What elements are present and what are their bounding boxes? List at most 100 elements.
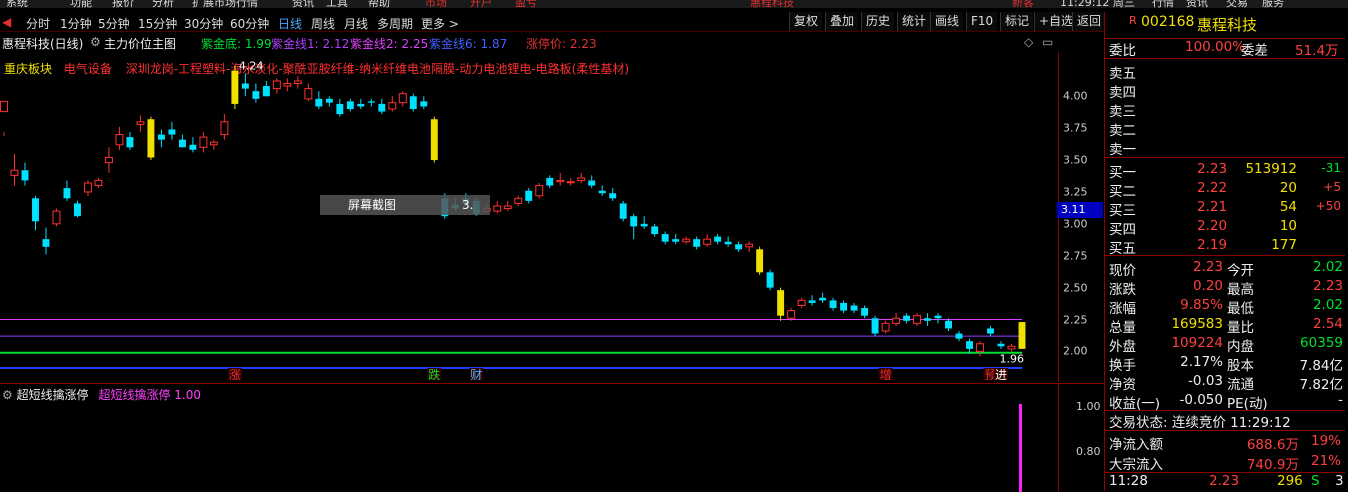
period-weekly[interactable]: 周线 — [311, 15, 335, 32]
event-marker: 进 — [995, 368, 1007, 380]
window-toggle-icon[interactable]: ▭ — [1042, 35, 1053, 49]
candle-body — [420, 101, 428, 107]
menu-pnl[interactable]: 盈亏 — [515, 0, 537, 8]
menu-analysis[interactable]: 分析 — [152, 0, 174, 8]
tool-back[interactable]: 返回 — [1072, 12, 1106, 31]
period-15min[interactable]: 15分钟 — [138, 15, 177, 32]
menu-quote[interactable]: 报价 — [112, 0, 134, 8]
period-multi[interactable]: 多周期 — [377, 15, 413, 32]
candle-body — [220, 121, 229, 136]
candle-body — [104, 157, 113, 164]
candle-body — [808, 300, 816, 303]
event-marker: 财 — [470, 368, 482, 380]
gear-icon[interactable]: ⚙ — [90, 35, 101, 49]
tool-add-watch[interactable]: +自选 — [1034, 12, 1078, 31]
menu-zx[interactable]: 资讯 — [1186, 0, 1208, 8]
candle-body — [252, 91, 260, 99]
candle-body — [346, 101, 354, 110]
candle-body — [566, 181, 575, 184]
limit-up-price-label: 涨停价: 2.23 — [526, 37, 597, 51]
candle-body — [703, 238, 712, 245]
stat-label: 总量 — [1109, 320, 1136, 336]
back-arrow-icon[interactable]: ◀ — [2, 15, 11, 29]
buy-label: 买二 — [1109, 184, 1136, 200]
sell5-label: 卖五 — [1109, 66, 1136, 82]
kline-chart[interactable]: 4.241.96涨跌财增预进屏幕截图 3. — [0, 52, 1060, 380]
buy-row[interactable]: 买一 2.23 513912 -31 — [1105, 161, 1345, 181]
quote-panel: R 002168 惠程科技 委比 100.00% 委差 51.4万 卖五 卖四 … — [1104, 12, 1348, 491]
stat-label: 涨幅 — [1109, 301, 1136, 317]
period-more[interactable]: 更多 > — [421, 15, 459, 32]
tool-stats[interactable]: 统计 — [897, 12, 931, 31]
candle-body — [157, 134, 165, 140]
candle-body — [714, 236, 722, 242]
zj-line2-label: 紫金线2: 2.25 — [350, 37, 429, 51]
buy-row[interactable]: 买三 2.21 54 +50 — [1105, 199, 1345, 219]
period-monthly[interactable]: 月线 — [344, 15, 368, 32]
candle-body — [797, 299, 806, 306]
sell1-label: 卖一 — [1109, 142, 1136, 158]
candle-body — [293, 80, 302, 85]
period-fenshi[interactable]: 分时 — [26, 15, 50, 32]
flow-pct: 21% — [1310, 453, 1341, 469]
period-5min[interactable]: 5分钟 — [98, 15, 130, 32]
tool-overlay[interactable]: 叠加 — [825, 12, 859, 31]
candle-body — [178, 139, 186, 148]
menu-news[interactable]: 资讯 — [292, 0, 314, 8]
trade-status-text: 交易状态: 连续竞价 11:29:12 — [1109, 415, 1291, 431]
menu-system[interactable]: 系统 — [6, 0, 28, 8]
diamond-icon[interactable]: ◇ — [1024, 35, 1033, 49]
stat-label: 今开 — [1227, 263, 1254, 279]
menu-hq[interactable]: 行情 — [1152, 0, 1174, 8]
candle-body — [756, 249, 764, 273]
candle-body — [651, 226, 659, 235]
tool-mark[interactable]: 标记 — [1000, 12, 1034, 31]
candle-body — [535, 185, 544, 197]
buy-row[interactable]: 买四 2.20 10 — [1105, 218, 1345, 238]
r-icon: R — [1129, 14, 1137, 27]
menu-open-account[interactable]: 开户 — [470, 0, 492, 8]
tooltip-value: 3. — [462, 198, 473, 212]
tick-side: S — [1311, 473, 1320, 489]
tool-history[interactable]: 历史 — [861, 12, 895, 31]
menu-market[interactable]: 市场 — [425, 0, 447, 8]
stat-row: 外盘 109224 内盘 60359 — [1105, 335, 1345, 355]
candle-body — [357, 103, 365, 107]
menu-service[interactable]: 服务 — [1262, 0, 1284, 8]
menu-ext-market[interactable]: 扩展市场行情 — [192, 0, 258, 8]
menu-help[interactable]: 帮助 — [368, 0, 390, 8]
indicator-name[interactable]: 主力价位主图 — [104, 35, 176, 52]
buy-price: 2.22 — [1197, 180, 1228, 196]
candle-body — [924, 318, 932, 321]
flow-value: 740.9万 — [1246, 457, 1299, 473]
tool-f10[interactable]: F10 — [966, 12, 998, 31]
stat-label: 流通 — [1227, 377, 1254, 393]
period-30min[interactable]: 30分钟 — [184, 15, 223, 32]
period-daily[interactable]: 日线 — [278, 15, 302, 32]
candle-body — [168, 129, 176, 135]
flow-row: 净流入额 688.6万 19% — [1105, 433, 1345, 453]
price-tick: 2.00 — [1063, 344, 1088, 358]
settings-icon[interactable]: ⚙ — [2, 388, 13, 402]
period-60min[interactable]: 60分钟 — [230, 15, 269, 32]
candle-body — [766, 272, 774, 288]
menu-tools[interactable]: 工具 — [326, 0, 348, 8]
candle-body — [409, 96, 417, 110]
period-1min[interactable]: 1分钟 — [60, 15, 92, 32]
stat-value: 60359 — [1300, 335, 1343, 351]
tick-volume: 296 — [1277, 473, 1303, 489]
menu-trade[interactable]: 交易 — [1226, 0, 1248, 8]
buy-row[interactable]: 买五 2.19 177 — [1105, 237, 1345, 257]
stat-value: 169583 — [1171, 316, 1223, 332]
menu-function[interactable]: 功能 — [70, 0, 92, 8]
lower-indicator-title[interactable]: 超短线擒涨停 — [17, 388, 89, 402]
candle-body — [199, 136, 208, 148]
candle-body — [913, 315, 922, 324]
candle-body — [577, 177, 586, 181]
stat-label: 换手 — [1109, 358, 1136, 374]
buy-row[interactable]: 买二 2.22 20 +5 — [1105, 180, 1345, 200]
candle-body — [378, 103, 386, 112]
tool-draw[interactable]: 画线 — [930, 12, 964, 31]
menu-new-client[interactable]: 新客 — [1012, 0, 1034, 8]
tool-fuquan[interactable]: 复权 — [789, 12, 823, 31]
